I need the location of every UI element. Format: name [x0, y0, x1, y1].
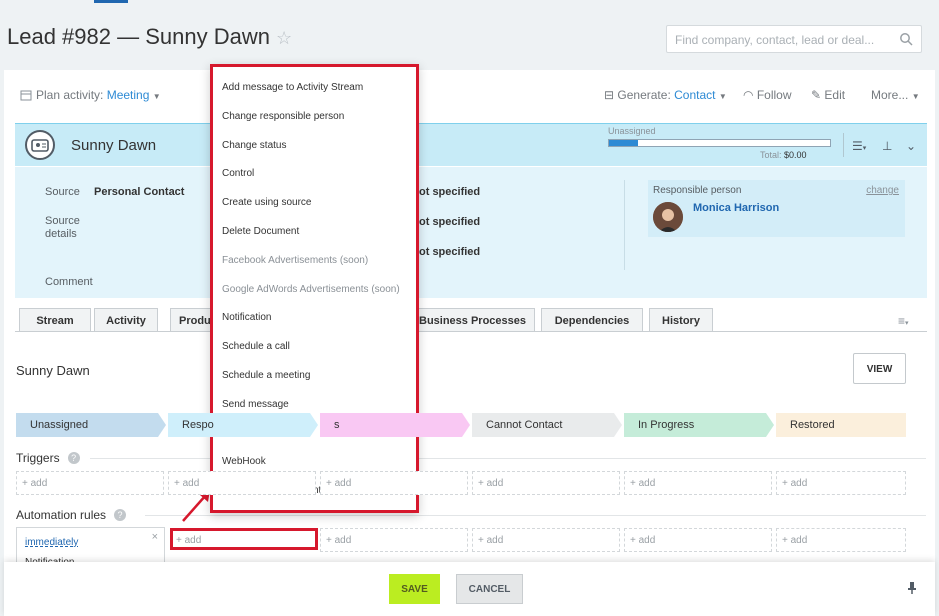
- status-label: Unassigned: [608, 126, 656, 136]
- source-label: Source: [45, 186, 80, 198]
- section-title: Sunny Dawn: [16, 363, 90, 378]
- action-menu: Add message to Activity Stream Change res…: [210, 64, 419, 513]
- triggers-label: Triggers?: [16, 451, 80, 465]
- view-button[interactable]: VIEW: [853, 353, 906, 384]
- divider: [624, 180, 625, 270]
- tab-history[interactable]: History: [649, 308, 713, 332]
- stage-item[interactable]: Restored: [776, 413, 906, 437]
- add-trigger-button[interactable]: + add: [16, 471, 164, 495]
- menu-item: Facebook Advertisements (soon): [222, 254, 369, 266]
- generate-button[interactable]: ⊟ Generate: Contact ▼: [604, 88, 727, 102]
- stage-item[interactable]: Respo: [168, 413, 318, 437]
- add-trigger-button[interactable]: + add: [320, 471, 468, 495]
- responsible-name[interactable]: Monica Harrison: [693, 202, 779, 214]
- rule-card[interactable]: immediately × Notification: [16, 527, 165, 568]
- chevron-down-icon[interactable]: ⌄: [906, 139, 916, 153]
- menu-item[interactable]: Notification: [222, 312, 271, 323]
- more-button[interactable]: More... ▼: [871, 88, 920, 102]
- plan-activity-dropdown[interactable]: Meeting: [107, 88, 150, 102]
- tab-dependencies[interactable]: Dependencies: [541, 308, 643, 332]
- tab-products[interactable]: Produ: [170, 308, 214, 332]
- help-icon[interactable]: ?: [114, 509, 127, 521]
- stage-item[interactable]: In Progress: [624, 413, 774, 437]
- add-rule-button[interactable]: + add: [472, 528, 620, 552]
- automation-rules-label: Automation rules?: [16, 508, 127, 522]
- change-responsible-link[interactable]: change: [866, 185, 899, 196]
- comment-label: Comment: [45, 276, 93, 288]
- close-icon[interactable]: ×: [152, 531, 158, 543]
- page-title: Lead #982 — Sunny Dawn ☆: [7, 24, 293, 49]
- menu-item[interactable]: Add message to Activity Stream: [222, 82, 363, 93]
- add-trigger-button[interactable]: + add: [776, 471, 906, 495]
- edit-icon: ✎: [811, 88, 822, 102]
- responsible-person: Responsible person change Monica Harriso…: [648, 180, 905, 237]
- edit-button[interactable]: ✎ Edit: [811, 88, 845, 102]
- stage-item[interactable]: s: [320, 413, 470, 437]
- menu-item[interactable]: Schedule a call: [222, 341, 290, 352]
- rule-timing-link[interactable]: immediately: [25, 537, 78, 548]
- add-trigger-button[interactable]: + add: [624, 471, 772, 495]
- menu-item[interactable]: Control: [222, 168, 254, 179]
- tab-divider: [15, 331, 927, 332]
- eye-icon: ◠: [743, 88, 754, 102]
- favorite-star-icon[interactable]: ☆: [276, 28, 292, 48]
- avatar: [653, 202, 683, 232]
- generate-icon: ⊟: [604, 88, 615, 102]
- progress-fill: [609, 140, 638, 146]
- field-value: ot specified: [419, 186, 481, 198]
- help-icon[interactable]: ?: [67, 452, 80, 464]
- stage-item[interactable]: Unassigned: [16, 413, 166, 437]
- add-rule-button[interactable]: + add: [624, 528, 772, 552]
- add-rule-button[interactable]: + add: [776, 528, 906, 552]
- tab-activity[interactable]: Activity: [94, 308, 158, 332]
- calendar-icon: [20, 90, 32, 101]
- total: Total: $0.00: [760, 150, 807, 160]
- responsible-label: Responsible person: [653, 185, 742, 196]
- add-trigger-button[interactable]: + add: [168, 471, 316, 495]
- menu-item[interactable]: Schedule a meeting: [222, 370, 310, 381]
- plan-activity[interactable]: Plan activity: Meeting ▼: [20, 88, 161, 102]
- add-rule-button[interactable]: + add: [320, 528, 468, 552]
- list-view-icon[interactable]: ☰▾: [852, 139, 866, 153]
- follow-button[interactable]: ◠ Follow: [743, 88, 792, 102]
- progress-bar: [608, 139, 831, 147]
- search-icon[interactable]: [899, 32, 913, 46]
- field-value: ot specified: [419, 216, 481, 228]
- add-rule-button[interactable]: + add: [170, 528, 318, 550]
- cancel-button[interactable]: CANCEL: [456, 574, 523, 604]
- divider: [145, 515, 926, 516]
- chevron-down-icon: ▼: [152, 92, 161, 101]
- menu-item[interactable]: Change status: [222, 140, 287, 151]
- search-input[interactable]: Find company, contact, lead or deal...: [666, 25, 922, 53]
- save-button[interactable]: SAVE: [389, 574, 440, 604]
- menu-item: Google AdWords Advertisements (soon): [222, 283, 400, 295]
- add-trigger-button[interactable]: + add: [472, 471, 620, 495]
- contact-card-icon: [25, 130, 55, 160]
- menu-item[interactable]: Create using source: [222, 197, 312, 208]
- top-tab-indicator: [94, 0, 128, 3]
- source-value: Personal Contact: [94, 186, 185, 198]
- stage-item[interactable]: Cannot Contact: [472, 413, 622, 437]
- field-value: ot specified: [419, 246, 481, 258]
- menu-item[interactable]: Change responsible person: [222, 111, 344, 122]
- tabs-menu-icon[interactable]: ≡▾: [898, 314, 914, 328]
- tab-business-processes[interactable]: Business Processes: [410, 308, 535, 332]
- lead-name: Sunny Dawn: [71, 137, 157, 154]
- card-divider: [843, 133, 844, 157]
- menu-item[interactable]: Delete Document: [222, 226, 299, 237]
- pin-icon[interactable]: ⊥: [882, 139, 892, 153]
- source-details-label: Source details: [45, 215, 80, 240]
- menu-item[interactable]: Send message: [222, 399, 289, 410]
- pin-icon[interactable]: [906, 581, 918, 595]
- menu-item[interactable]: WebHook: [222, 456, 266, 467]
- tab-stream[interactable]: Stream: [19, 308, 91, 332]
